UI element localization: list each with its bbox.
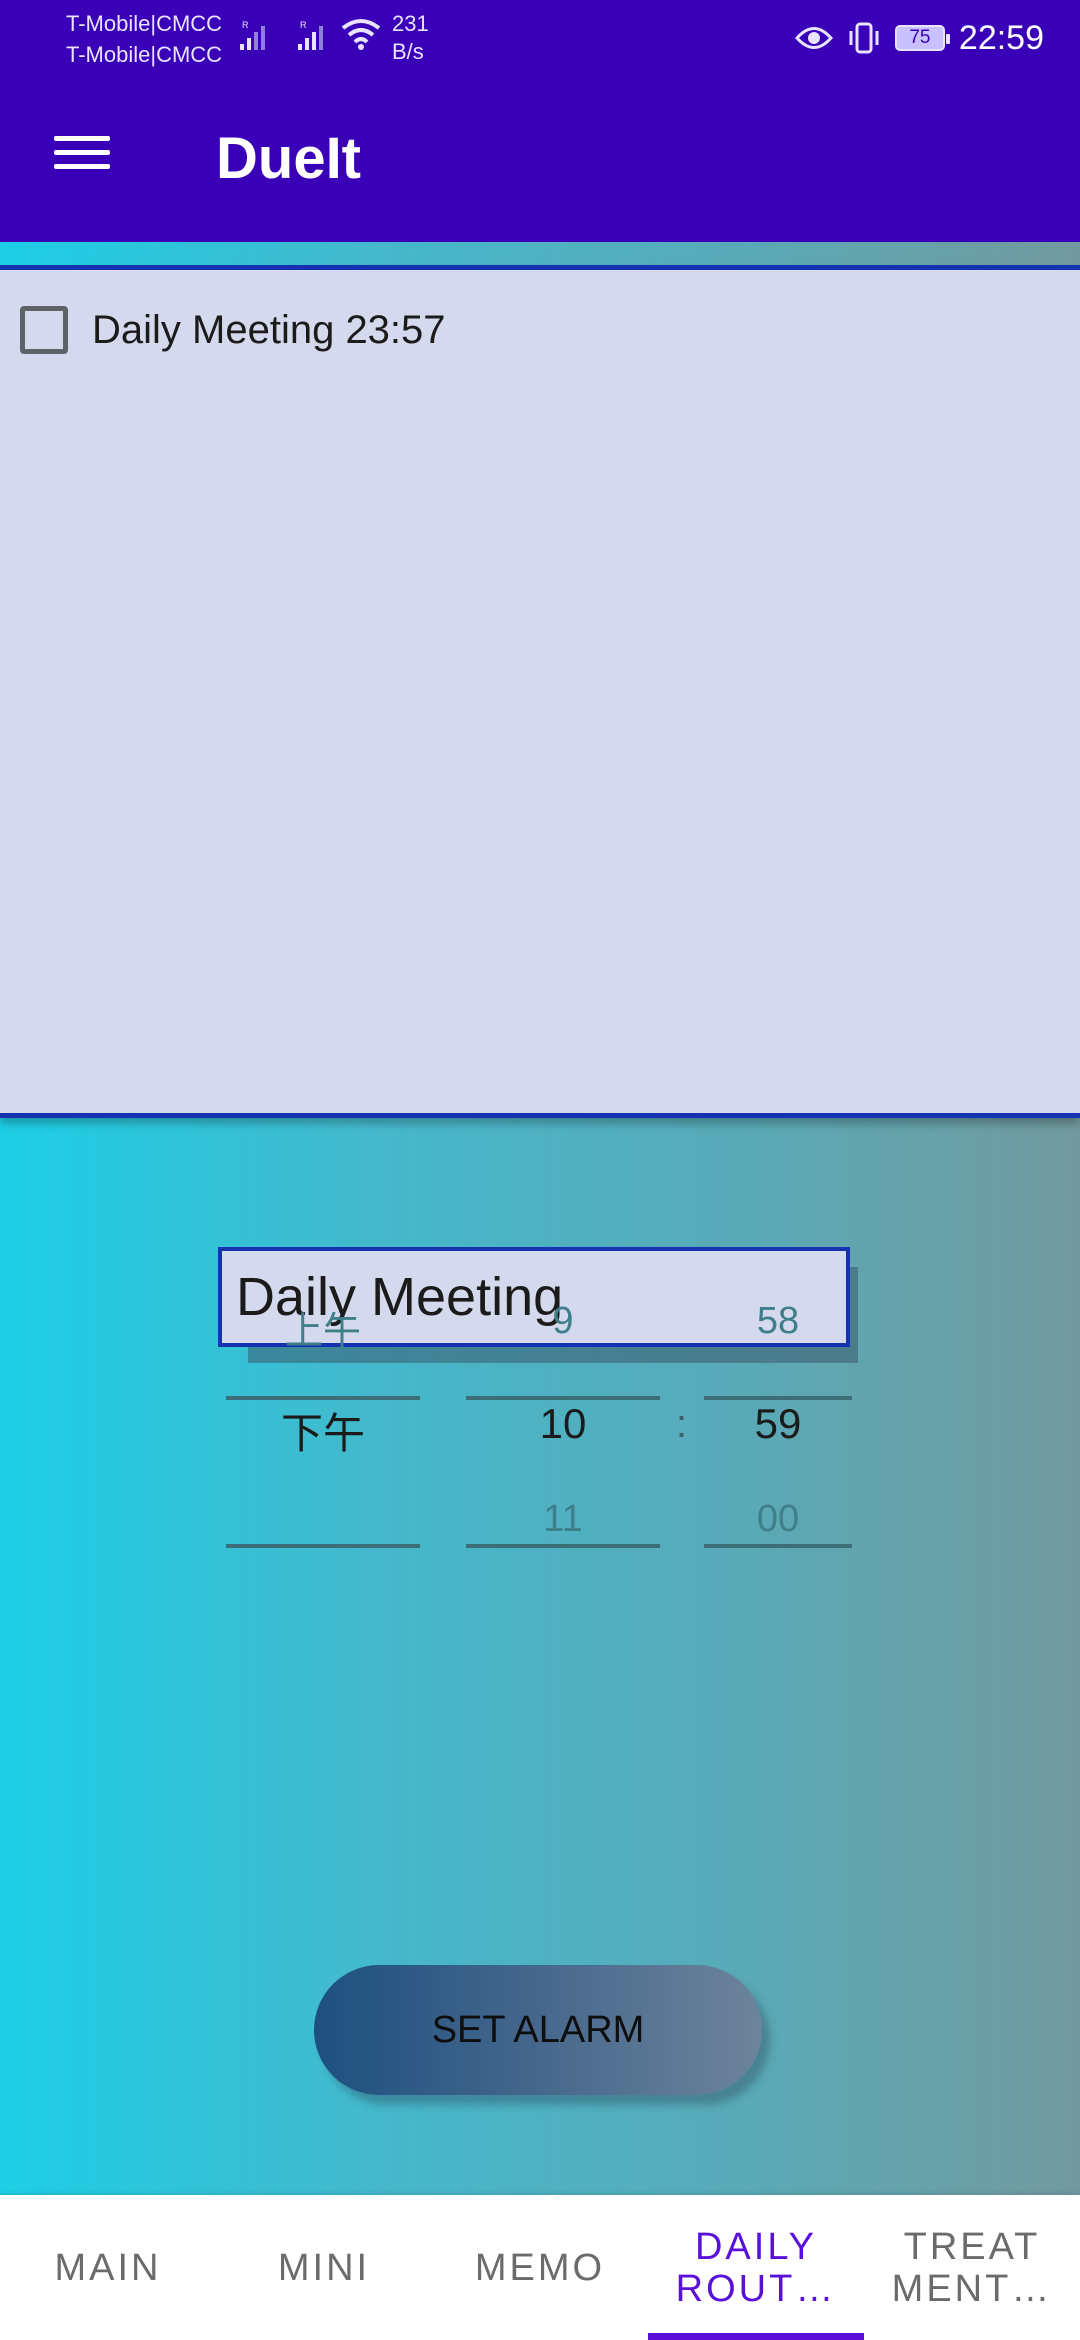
set-alarm-button[interactable]: SET ALARM	[314, 1965, 762, 2095]
ampm-selected[interactable]: 下午	[226, 1400, 420, 1461]
minute-above[interactable]: 58	[704, 1300, 852, 1343]
carrier-labels: T-Mobile|CMCC T-Mobile|CMCC	[66, 8, 222, 70]
carrier-2: T-Mobile|CMCC	[66, 42, 223, 67]
app-title: DueIt	[216, 126, 361, 191]
carrier-1: T-Mobile|CMCC	[66, 11, 223, 36]
tab-memo[interactable]: MEMO	[432, 2195, 648, 2340]
task-label: Daily Meeting 23:57	[92, 307, 446, 352]
svg-text:R: R	[300, 20, 307, 30]
hour-above[interactable]: 9	[466, 1300, 660, 1343]
tab-treatment[interactable]: TREAT MENT…	[864, 2195, 1080, 2340]
hour-below[interactable]: 11	[466, 1498, 660, 1541]
task-checkbox[interactable]	[20, 306, 68, 354]
active-tab-indicator	[648, 2333, 864, 2340]
network-speed: 231 B/s	[392, 11, 429, 64]
signal-icon: R	[298, 20, 323, 50]
time-picker[interactable]: 上午 下午 9 10 11 58 59 00	[0, 1300, 1080, 1548]
signal-icon: R	[240, 20, 265, 50]
status-bar: T-Mobile|CMCC T-Mobile|CMCC R R 231 B/s …	[0, 0, 1080, 75]
ampm-above[interactable]: 上午	[226, 1300, 420, 1355]
wifi-icon	[341, 19, 381, 50]
tab-mini[interactable]: MINI	[216, 2195, 432, 2340]
battery-icon: 75	[894, 25, 950, 51]
svg-text:R: R	[242, 20, 249, 30]
minute-selected[interactable]: 59	[704, 1400, 852, 1448]
minute-below[interactable]: 00	[704, 1498, 852, 1541]
clock: 22:59	[958, 18, 1044, 57]
list-item[interactable]: Daily Meeting 23:57	[20, 300, 446, 360]
hour-selected[interactable]: 10	[466, 1400, 660, 1448]
tab-daily-routine[interactable]: DAILY ROUT…	[648, 2195, 864, 2340]
daily-routine-page: Daily Meeting 23:57	[0, 242, 1080, 2195]
routine-list[interactable]: Daily Meeting 23:57	[0, 265, 1080, 1118]
vibrate-icon	[849, 22, 879, 54]
time-separator: :	[676, 1402, 688, 1446]
tab-main[interactable]: MAIN	[0, 2195, 216, 2340]
eye-icon	[794, 27, 833, 49]
hamburger-menu-icon[interactable]	[48, 130, 116, 185]
app-bar: DueIt	[0, 75, 1080, 242]
bottom-tab-bar: MAIN MINI MEMO DAILY ROUT… TREAT MENT…	[0, 2195, 1080, 2340]
